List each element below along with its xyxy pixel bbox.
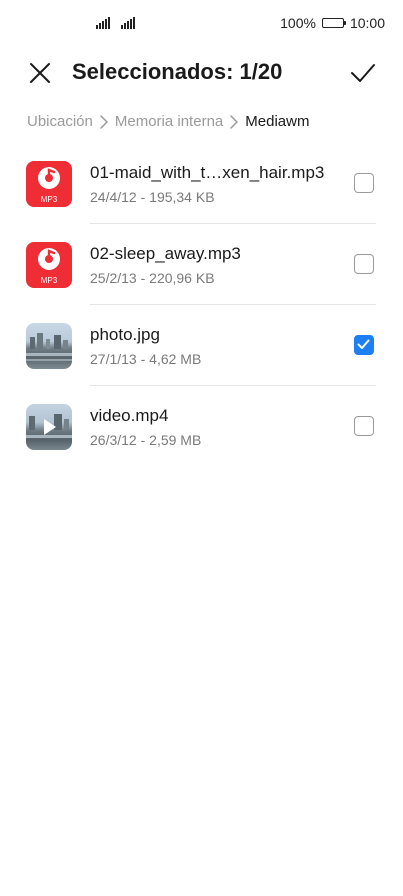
close-icon: [30, 63, 50, 83]
file-row[interactable]: MP3 01-maid_with_t…xen_hair.mp3 24/4/12 …: [0, 143, 403, 224]
page-title: Seleccionados: 1/20: [72, 59, 283, 84]
breadcrumb-item-location[interactable]: Ubicación: [27, 113, 93, 130]
photo-thumbnail: [26, 323, 72, 369]
check-icon: [357, 339, 370, 349]
file-checkbox[interactable]: [354, 335, 374, 355]
file-meta: 27/1/13 - 4,62 MB: [90, 351, 202, 367]
status-right: 100% 10:00: [280, 15, 385, 31]
mp3-file-icon: MP3: [26, 242, 72, 288]
file-checkbox[interactable]: [354, 173, 374, 193]
file-name: 02-sleep_away.mp3: [90, 244, 241, 263]
signal-icon: [121, 16, 135, 29]
mp3-file-icon: MP3: [26, 161, 72, 207]
file-name: photo.jpg: [90, 325, 160, 344]
signal-icon: [96, 16, 110, 29]
video-thumbnail: [26, 404, 72, 450]
confirm-button[interactable]: [349, 59, 377, 87]
file-checkbox[interactable]: [354, 254, 374, 274]
breadcrumb-item-current: Mediawm: [245, 113, 310, 130]
play-icon: [44, 419, 56, 435]
file-name: 01-maid_with_t…xen_hair.mp3: [90, 163, 325, 182]
battery-icon: [321, 18, 346, 28]
file-list: MP3 01-maid_with_t…xen_hair.mp3 24/4/12 …: [0, 143, 403, 467]
file-meta: 24/4/12 - 195,34 KB: [90, 189, 215, 205]
file-checkbox[interactable]: [354, 416, 374, 436]
chevron-right-icon: [230, 114, 239, 129]
battery-percent: 100%: [280, 15, 316, 31]
file-name: video.mp4: [90, 406, 169, 425]
close-button[interactable]: [26, 59, 54, 87]
breadcrumb-item-internal-memory[interactable]: Memoria interna: [115, 113, 223, 130]
check-icon: [351, 64, 375, 82]
file-row[interactable]: MP3 02-sleep_away.mp3 25/2/13 - 220,96 K…: [0, 224, 403, 305]
status-bar: 100% 10:00: [0, 0, 403, 48]
file-meta: 25/2/13 - 220,96 KB: [90, 270, 215, 286]
chevron-right-icon: [100, 114, 108, 129]
clock: 10:00: [349, 15, 385, 31]
breadcrumb: Ubicación Memoria interna Mediawm: [27, 113, 309, 130]
header: Seleccionados: 1/20: [0, 48, 403, 98]
file-row[interactable]: photo.jpg 27/1/13 - 4,62 MB: [0, 305, 403, 386]
file-row[interactable]: video.mp4 26/3/12 - 2,59 MB: [0, 386, 403, 467]
file-meta: 26/3/12 - 2,59 MB: [90, 432, 202, 448]
